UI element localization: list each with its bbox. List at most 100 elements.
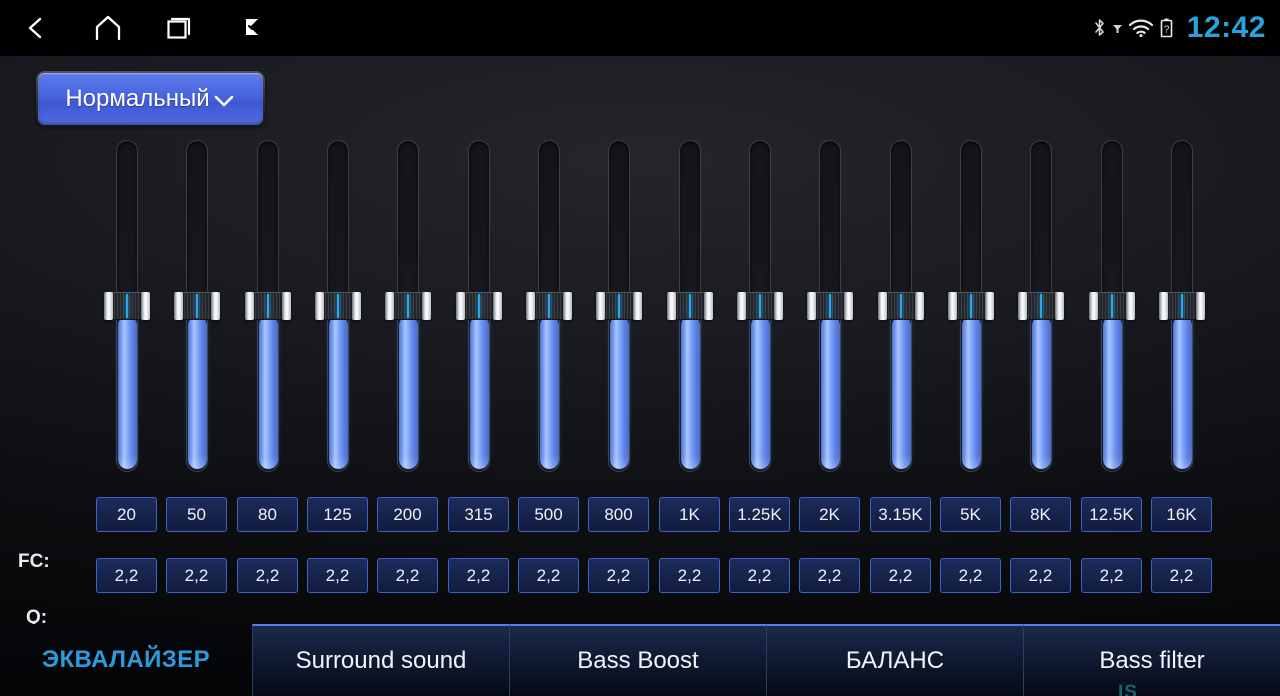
slider-thumb[interactable]: [526, 292, 572, 320]
tab-4[interactable]: БАЛАНС: [766, 624, 1023, 696]
band-slider[interactable]: [667, 140, 713, 480]
fc-value-box[interactable]: 500: [518, 497, 579, 532]
q-value-box[interactable]: 2,2: [659, 558, 720, 593]
home-button[interactable]: [72, 0, 144, 56]
q-value-box[interactable]: 2,2: [518, 558, 579, 593]
slider-thumb-cap-right: [1126, 292, 1135, 320]
q-value-box-text: 2,2: [1099, 566, 1124, 585]
q-value-box[interactable]: 2,2: [1081, 558, 1142, 593]
band-slider[interactable]: [1018, 140, 1064, 480]
fc-value-box[interactable]: 80: [237, 497, 298, 532]
band-slider[interactable]: [526, 140, 572, 480]
q-value-box[interactable]: 2,2: [870, 558, 931, 593]
slider-thumb-cap-right: [985, 292, 994, 320]
band-slider[interactable]: [174, 140, 220, 480]
slider-thumb-cap-left: [737, 292, 746, 320]
slider-thumb-cap-right: [915, 292, 924, 320]
band-slider[interactable]: [948, 140, 994, 480]
q-value-box-text: 2,2: [114, 566, 139, 585]
q-value-box[interactable]: 2,2: [940, 558, 1001, 593]
back-button[interactable]: [0, 0, 72, 56]
slider-thumb[interactable]: [1159, 292, 1205, 320]
fc-value-box[interactable]: 1.25K: [729, 497, 790, 532]
band-slider[interactable]: [1159, 140, 1205, 480]
q-value-box[interactable]: 2,2: [729, 558, 790, 593]
q-value-box[interactable]: 2,2: [588, 558, 649, 593]
fc-value-box[interactable]: 800: [588, 497, 649, 532]
slider-fill: [1172, 316, 1192, 469]
q-value-box[interactable]: 2,2: [448, 558, 509, 593]
fc-value-box[interactable]: 12.5K: [1081, 497, 1142, 532]
preset-dropdown[interactable]: Нормальный: [38, 73, 263, 125]
slider-thumb[interactable]: [385, 292, 431, 320]
band-slider[interactable]: [245, 140, 291, 480]
slider-thumb[interactable]: [245, 292, 291, 320]
slider-thumb-cap-left: [104, 292, 113, 320]
slider-thumb[interactable]: [737, 292, 783, 320]
band-slider[interactable]: [456, 140, 502, 480]
q-value-box[interactable]: 2,2: [166, 558, 227, 593]
q-value-box-text: 2,2: [747, 566, 772, 585]
q-value-box[interactable]: 2,2: [377, 558, 438, 593]
band-slider[interactable]: [315, 140, 361, 480]
slider-thumb[interactable]: [1018, 292, 1064, 320]
fc-value-box-text: 80: [258, 505, 277, 524]
slider-thumb[interactable]: [104, 292, 150, 320]
tab-5[interactable]: Bass filter: [1023, 624, 1280, 696]
slider-thumb-cap-left: [174, 292, 183, 320]
slider-thumb[interactable]: [456, 292, 502, 320]
slider-thumb-cap-right: [282, 292, 291, 320]
fc-value-box[interactable]: 315: [448, 497, 509, 532]
q-value-box[interactable]: 2,2: [1010, 558, 1071, 593]
slider-thumb[interactable]: [948, 292, 994, 320]
slider-thumb[interactable]: [315, 292, 361, 320]
slider-thumb[interactable]: [807, 292, 853, 320]
q-value-box[interactable]: 2,2: [237, 558, 298, 593]
slider-thumb-cap-right: [422, 292, 431, 320]
slider-thumb[interactable]: [1089, 292, 1135, 320]
band-slider[interactable]: [104, 140, 150, 480]
fc-value-box[interactable]: 1K: [659, 497, 720, 532]
band-slider[interactable]: [596, 140, 642, 480]
slider-fill: [469, 316, 489, 469]
slider-thumb-grip: [392, 292, 424, 320]
recents-button[interactable]: [144, 0, 216, 56]
fc-value-box[interactable]: 50: [166, 497, 227, 532]
slider-thumb-grip: [955, 292, 987, 320]
tab-3[interactable]: Bass Boost: [509, 624, 766, 696]
slider-thumb-cap-right: [141, 292, 150, 320]
watermark-text: IS: [1118, 682, 1138, 696]
slider-thumb[interactable]: [878, 292, 924, 320]
band-slider[interactable]: [878, 140, 924, 480]
fc-value-box[interactable]: 125: [307, 497, 368, 532]
slider-thumb[interactable]: [596, 292, 642, 320]
fc-value-box[interactable]: 16K: [1151, 497, 1212, 532]
fc-value-box[interactable]: 8K: [1010, 497, 1071, 532]
q-value-box-text: 2,2: [184, 566, 209, 585]
band-slider[interactable]: [737, 140, 783, 480]
fc-value-box[interactable]: 3.15K: [870, 497, 931, 532]
q-value-box[interactable]: 2,2: [799, 558, 860, 593]
slider-thumb[interactable]: [174, 292, 220, 320]
tab-2[interactable]: Surround sound: [252, 624, 509, 696]
q-value-box[interactable]: 2,2: [96, 558, 157, 593]
slider-fill: [609, 316, 629, 469]
fc-value-box[interactable]: 200: [377, 497, 438, 532]
band-slider[interactable]: [1089, 140, 1135, 480]
fc-value-box[interactable]: 5K: [940, 497, 1001, 532]
q-value-box[interactable]: 2,2: [1151, 558, 1212, 593]
fc-value-box-text: 8K: [1030, 505, 1051, 524]
slider-thumb-cap-left: [596, 292, 605, 320]
slider-thumb-cap-right: [633, 292, 642, 320]
wifi-icon: [1128, 18, 1154, 38]
flag-check-button[interactable]: [216, 0, 288, 56]
tab-1[interactable]: ЭКВАЛАЙЗЕР: [0, 624, 252, 696]
band-slider[interactable]: [807, 140, 853, 480]
fc-value-box[interactable]: 20: [96, 497, 157, 532]
slider-thumb-cap-right: [352, 292, 361, 320]
slider-fill: [1031, 316, 1051, 469]
slider-thumb[interactable]: [667, 292, 713, 320]
fc-value-box[interactable]: 2K: [799, 497, 860, 532]
q-value-box[interactable]: 2,2: [307, 558, 368, 593]
band-slider[interactable]: [385, 140, 431, 480]
